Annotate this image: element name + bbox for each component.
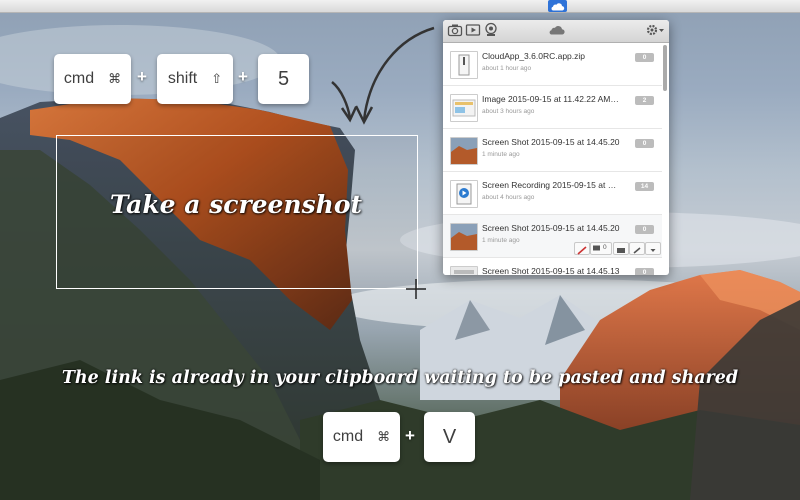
list-scrollbar[interactable] (663, 45, 667, 91)
item-time: about 4 hours ago (482, 194, 535, 201)
view-count-badge: 0 (635, 139, 654, 148)
item-name: Screen Shot 2015-09-15 at 14.45.20 (482, 223, 620, 233)
item-name: Screen Shot 2015-09-15 at 14.45.13 (482, 266, 620, 275)
view-count-badge: 0 (635, 53, 654, 62)
cmd-key-label: cmd (332, 428, 364, 445)
screenshot-thumbnail (450, 266, 478, 275)
view-count-badge: 0 (635, 225, 654, 234)
screenshot-thumbnail (450, 223, 478, 251)
plus-sign: + (405, 426, 415, 445)
link-icon (633, 247, 641, 254)
clipboard-caption: The link is already in your clipboard wa… (61, 368, 739, 388)
comment-icon (593, 245, 600, 251)
plus-sign: + (137, 67, 147, 86)
comment-count: 0 (603, 244, 607, 251)
item-time: 1 minute ago (482, 237, 520, 244)
screenshot-caption: Take a screenshot (109, 190, 363, 219)
list-item[interactable]: Image 2015-09-15 at 11.42.22 AM.png abou… (443, 86, 662, 129)
video-icon[interactable] (465, 22, 481, 38)
desktop-background: cmd ⌘ + shift ⇧ + 5 Take a screenshot Th… (0, 0, 800, 500)
key-v: V (424, 412, 475, 462)
view-count-badge: 2 (635, 96, 654, 105)
key-v-label: V (442, 425, 457, 448)
screenshot-thumbnail (450, 137, 478, 165)
view-count-badge: 14 (635, 182, 654, 191)
item-time: about 3 hours ago (482, 108, 535, 115)
menu-bar (0, 0, 800, 13)
more-button[interactable] (645, 242, 661, 255)
item-name: Image 2015-09-15 at 11.42.22 AM.png (482, 94, 620, 104)
gif-icon[interactable] (483, 22, 499, 38)
item-name: Screen Recording 2015-09-15 at 14.42 (482, 180, 620, 190)
command-icon: ⌘ (377, 429, 391, 444)
shift-key: shift ⇧ (157, 54, 233, 104)
gear-icon[interactable] (645, 22, 665, 38)
item-name: CloudApp_3.6.0RC.app.zip (482, 51, 586, 61)
cloud-icon[interactable] (547, 22, 567, 38)
cloudapp-menubar-button[interactable] (548, 0, 567, 12)
view-count-badge: 0 (635, 268, 654, 275)
share-button[interactable] (613, 242, 629, 255)
item-time: about 1 hour ago (482, 65, 532, 72)
video-file-icon (450, 180, 478, 208)
cmd-key: cmd ⌘ (323, 412, 400, 462)
list-item[interactable]: Screen Recording 2015-09-15 at 14.42 abo… (443, 172, 662, 215)
camera-icon[interactable] (447, 22, 463, 38)
list-item[interactable]: Screen Shot 2015-09-15 at 14.45.20 1 min… (443, 129, 662, 172)
copy-link-button[interactable] (629, 242, 645, 255)
plus-sign: + (238, 67, 248, 86)
cloudapp-popover: CloudApp_3.6.0RC.app.zip about 1 hour ag… (443, 20, 669, 275)
envelope-icon (617, 248, 625, 253)
crosshair-cursor-icon (406, 279, 426, 299)
shift-icon: ⇧ (211, 71, 223, 86)
shift-key-label: shift (167, 70, 198, 87)
curved-arrow-icon (331, 26, 435, 125)
image-thumbnail (450, 94, 478, 122)
delete-link-icon (577, 246, 587, 255)
popover-toolbar (443, 20, 669, 43)
list-item[interactable]: Screen Shot 2015-09-15 at 14.45.20 1 min… (443, 215, 662, 258)
list-item[interactable]: CloudApp_3.6.0RC.app.zip about 1 hour ag… (443, 43, 662, 86)
list-item[interactable]: Screen Shot 2015-09-15 at 14.45.13 0 (443, 258, 662, 275)
command-icon: ⌘ (108, 71, 122, 86)
cmd-key-label: cmd (63, 70, 95, 87)
recent-items-list: CloudApp_3.6.0RC.app.zip about 1 hour ag… (443, 43, 662, 275)
zip-file-icon (450, 51, 478, 79)
key-5-label: 5 (277, 67, 290, 90)
comments-button[interactable]: 0 (590, 242, 612, 255)
item-time: 1 minute ago (482, 151, 520, 158)
chevron-down-icon (659, 29, 664, 32)
chevron-down-icon (650, 249, 656, 252)
item-name: Screen Shot 2015-09-15 at 14.45.20 (482, 137, 620, 147)
delete-button[interactable] (574, 242, 590, 255)
key-5: 5 (258, 54, 309, 104)
cloud-icon (551, 3, 565, 11)
cmd-key: cmd ⌘ (54, 54, 131, 104)
